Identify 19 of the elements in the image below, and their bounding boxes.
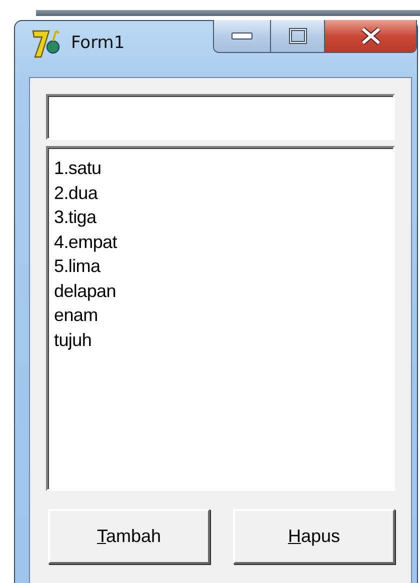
list-item[interactable]: tujuh <box>54 328 387 352</box>
window-title: Form1 <box>71 33 125 53</box>
minimize-button[interactable] <box>214 20 270 52</box>
maximize-button[interactable] <box>270 20 324 52</box>
action-button[interactable]: Tambah <box>48 509 210 564</box>
close-icon <box>360 27 382 45</box>
action-button[interactable]: Hapus <box>233 509 395 564</box>
close-button[interactable] <box>324 20 416 52</box>
minimize-icon <box>231 32 253 40</box>
list-item[interactable]: 5.lima <box>54 254 387 278</box>
list-item[interactable]: 3.tiga <box>54 205 387 230</box>
text-field[interactable] <box>46 94 395 140</box>
list-item[interactable]: 2.dua <box>54 180 387 205</box>
list-item[interactable]: enam <box>54 303 387 328</box>
maximize-icon <box>288 28 306 44</box>
list-item[interactable]: delapan <box>54 278 387 303</box>
list-box[interactable]: 1.satu 2.dua 3.tiga 4.empat 5.lima delapan enam tujuh <box>46 146 395 491</box>
list-item[interactable]: 4.empat <box>54 230 387 254</box>
list-item[interactable]: 1.satu <box>54 156 387 180</box>
